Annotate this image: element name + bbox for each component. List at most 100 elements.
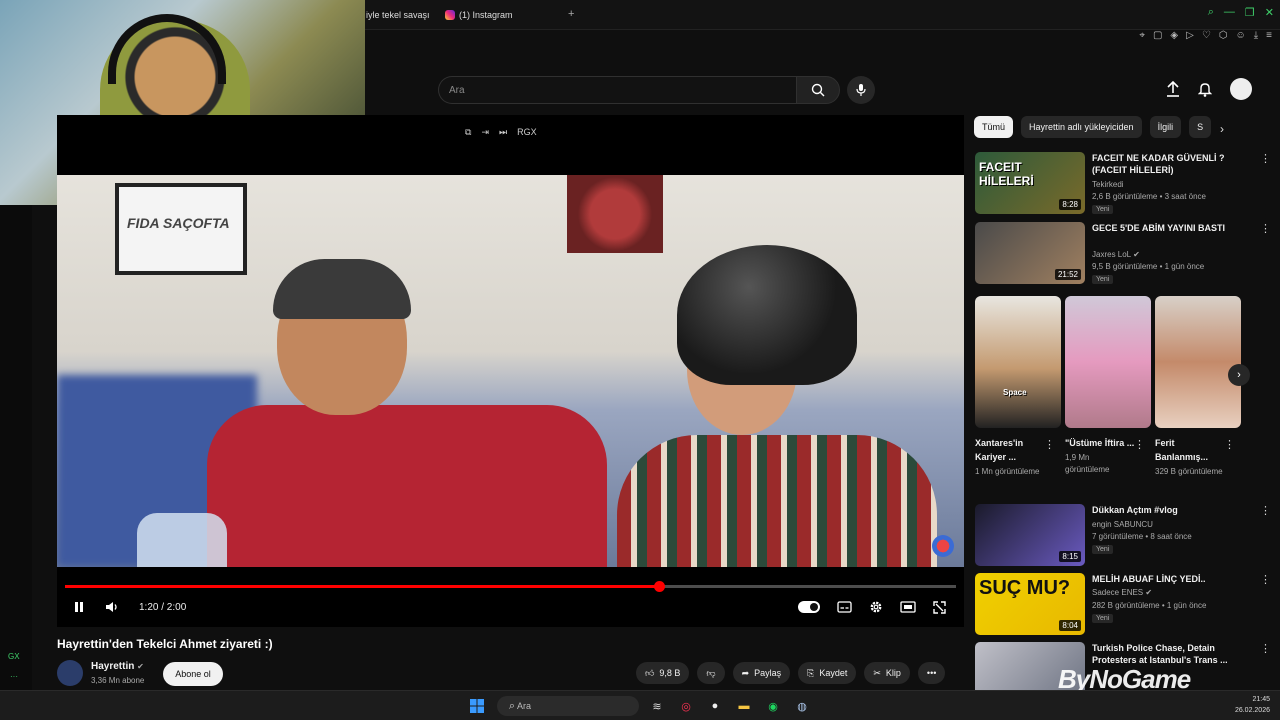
menu-icon[interactable]: ≡ (1266, 30, 1272, 41)
theater-mode-icon[interactable] (900, 601, 916, 613)
account-avatar[interactable] (1230, 78, 1252, 100)
opera-gx-icon[interactable]: ◎ (677, 697, 695, 715)
save-button[interactable]: ⎘ Kaydet (798, 662, 857, 684)
snapshot-icon[interactable]: ▢ (1153, 30, 1162, 41)
short-thumbnail[interactable] (1155, 296, 1241, 428)
play-icon[interactable]: ▷ (1186, 30, 1194, 41)
more-vert-icon[interactable]: ⋮ (1044, 438, 1055, 451)
gx-sidebar-more[interactable]: ··· (10, 672, 18, 681)
video-thumbnail[interactable]: 8:15 (975, 504, 1085, 566)
fullscreen-icon[interactable] (933, 600, 946, 614)
new-tab-button[interactable]: + (568, 8, 574, 20)
video-frame[interactable]: FIDA SAÇOFTA (57, 175, 964, 567)
rgx-label[interactable]: RGX (517, 127, 537, 138)
recommendation-title[interactable]: Dükkan Açtım #vlog (1092, 504, 1242, 516)
download-icon[interactable]: ⤓ (1254, 30, 1258, 41)
recommendation-channel[interactable]: Jaxres LoL ✔ (1092, 250, 1140, 259)
verified-check-icon: ✔ (137, 662, 144, 671)
autoplay-toggle[interactable] (798, 601, 820, 613)
channel-name[interactable]: Hayrettin ✔ (91, 661, 144, 672)
more-vert-icon[interactable]: ⋮ (1260, 152, 1271, 165)
recommendation-title[interactable]: MELİH ABUAF LİNÇ YEDİ.. (1092, 573, 1242, 585)
short-thumbnail[interactable] (1065, 296, 1151, 428)
recommendation-channel[interactable]: engin SABUNCU (1092, 520, 1153, 529)
system-tray-clock[interactable]: 21:45 26.02.2026 (1235, 694, 1270, 716)
video-thumbnail[interactable]: FACEIT HİLELERİ 8:28 (975, 152, 1085, 214)
close-icon[interactable]: ✕ (1265, 6, 1274, 19)
short-title[interactable]: "Üstüme İftira ... (1065, 436, 1135, 450)
man-helmet-image (617, 245, 957, 567)
video-thumbnail[interactable]: 21:52 (975, 222, 1085, 284)
video-thumbnail[interactable]: SUÇ MU? 8:04 (975, 573, 1085, 635)
chip-all[interactable]: Tümü (974, 116, 1014, 138)
short-thumbnail[interactable]: Space (975, 296, 1061, 428)
recommendation-title[interactable]: FACEIT NE KADAR GÜVENLİ ? (FACEIT HİLELE… (1092, 152, 1242, 176)
search-input[interactable]: Ara (438, 76, 796, 104)
volume-button[interactable] (105, 601, 119, 613)
pause-button[interactable] (73, 601, 85, 613)
like-button[interactable]: 👍︎ 9,8 B (636, 662, 690, 684)
search-icon[interactable]: ⌕ (1208, 6, 1214, 19)
share-button[interactable]: ➦ Paylaş (732, 662, 791, 684)
upload-icon[interactable] (1166, 81, 1180, 97)
search-button[interactable] (796, 76, 840, 104)
minimize-icon[interactable]: — (1224, 6, 1235, 19)
recommendation-item[interactable]: SUÇ MU? 8:04 MELİH ABUAF LİNÇ YEDİ.. Sad… (975, 573, 1271, 637)
recommendation-item[interactable]: 8:15 Dükkan Açtım #vlog engin SABUNCU 7 … (975, 504, 1271, 568)
recommendation-item[interactable]: FACEIT HİLELERİ 8:28 FACEIT NE KADAR GÜV… (975, 152, 1271, 216)
recommendation-item[interactable]: 21:52 GECE 5'DE ABİM YAYINI BASTI Jaxres… (975, 222, 1271, 286)
windows-start-icon[interactable] (468, 697, 486, 715)
settings-gear-icon[interactable] (869, 600, 883, 614)
channel-watermark-icon (932, 535, 954, 557)
maximize-icon[interactable]: ❐ (1245, 6, 1255, 19)
chip-from-uploader[interactable]: Hayrettin adlı yükleyiciden (1021, 116, 1142, 138)
gx-sidebar-label[interactable]: GX (8, 652, 20, 661)
more-vert-icon[interactable]: ⋮ (1224, 438, 1235, 451)
more-vert-icon[interactable]: ⋮ (1260, 573, 1271, 586)
shield-icon[interactable]: ◈ (1170, 30, 1178, 41)
exit-icon[interactable]: ⇥ (481, 127, 489, 138)
chip-more[interactable]: S (1189, 116, 1212, 138)
short-title[interactable]: Ferit Banlanmış... (1155, 436, 1225, 464)
notifications-bell-icon[interactable] (1198, 81, 1212, 97)
picture-in-picture-icon[interactable]: ⧉ (465, 127, 471, 138)
clip-button[interactable]: ✂ Klip (864, 662, 910, 684)
more-vert-icon[interactable]: ⋮ (1134, 438, 1145, 451)
recommendation-title[interactable]: GECE 5'DE ABİM YAYINI BASTI (1092, 222, 1242, 234)
browser-tab-1[interactable]: iyle tekel savaşı (366, 6, 432, 24)
more-vert-icon[interactable]: ⋮ (1260, 504, 1271, 517)
pin-icon[interactable]: ⌖ (1139, 30, 1145, 41)
progress-fill (65, 585, 660, 588)
dislike-button[interactable]: 👎︎ (697, 662, 725, 684)
shorts-next-button[interactable]: › (1228, 364, 1250, 386)
video-player[interactable]: ⧉ ⇥ ⏭ RGX FIDA SAÇOFTA 1:20 / 2:00 (57, 115, 964, 627)
more-vert-icon[interactable]: ⋮ (1260, 222, 1271, 235)
profile-icon[interactable]: ☺ (1236, 30, 1246, 41)
spotify-icon[interactable]: ◉ (764, 697, 782, 715)
file-explorer-icon[interactable]: ▬ (735, 697, 753, 715)
short-item[interactable]: Space Xantares'in Kariyer ... 1 Mn görün… (975, 296, 1061, 478)
widgets-icon[interactable]: ≋ (648, 697, 666, 715)
more-actions-button[interactable]: ••• (917, 662, 946, 684)
short-title[interactable]: Xantares'in Kariyer ... (975, 436, 1045, 464)
short-item[interactable]: "Üstüme İftira ... 1,9 Mn görüntüleme ⋮ (1065, 296, 1151, 476)
chevron-right-icon[interactable]: › (1220, 122, 1224, 136)
progress-bar[interactable] (65, 581, 956, 592)
heart-icon[interactable]: ♡ (1202, 30, 1211, 41)
voice-search-button[interactable] (847, 76, 875, 104)
browser-tab-instagram[interactable]: (1) Instagram (445, 6, 555, 24)
recommendation-channel[interactable]: Sadece ENES ✔ (1092, 588, 1152, 597)
channel-avatar[interactable] (57, 660, 83, 686)
skip-icon[interactable]: ⏭ (499, 127, 507, 138)
recommendation-title[interactable]: Turkish Police Chase, Detain Protesters … (1092, 642, 1242, 666)
obs-icon[interactable]: ● (706, 697, 724, 715)
extensions-icon[interactable]: ⬡ (1219, 30, 1228, 41)
subscribe-button[interactable]: Abone ol (163, 662, 223, 686)
recommendation-channel[interactable]: Tekirkedi (1092, 180, 1124, 189)
short-item[interactable]: Ferit Banlanmış... 329 B görüntüleme ⋮ (1155, 296, 1241, 478)
subtitles-icon[interactable] (837, 601, 852, 613)
chip-related[interactable]: İlgili (1149, 116, 1182, 138)
steam-icon[interactable]: ◍ (793, 697, 811, 715)
more-vert-icon[interactable]: ⋮ (1260, 642, 1271, 655)
progress-scrubber[interactable] (654, 581, 666, 592)
